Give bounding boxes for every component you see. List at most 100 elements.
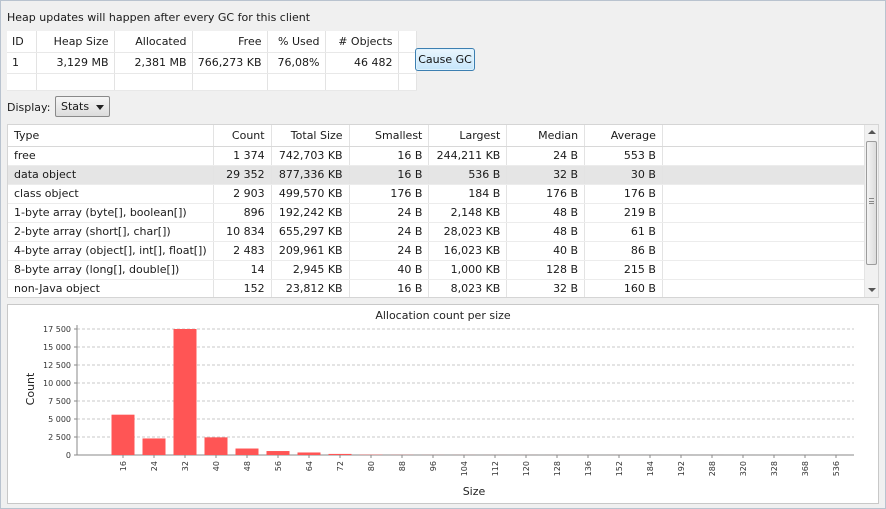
bar [204, 437, 228, 455]
stats-row[interactable]: data object 29 352 877,336 KB 16 B 536 B 32 B… [8, 165, 878, 185]
bar [235, 448, 259, 455]
y-axis-label: Count [24, 372, 37, 405]
stats-cell-smallest: 40 B [349, 260, 430, 280]
stats-cell-total-size: 877,336 KB [271, 165, 350, 185]
heap-col-objects[interactable]: # Objects [325, 31, 399, 53]
stats-vertical-scrollbar[interactable] [864, 125, 878, 297]
y-tick-label: 15 000 [43, 343, 71, 352]
stats-col-average[interactable]: Average [584, 125, 663, 147]
stats-cell-average: 219 B [584, 203, 663, 223]
x-tick-label: 48 [243, 461, 252, 471]
x-tick-label: 16 [119, 461, 128, 471]
stats-cell-smallest: 16 B [349, 146, 430, 166]
stats-cell-median: 40 B [506, 241, 586, 261]
stats-cell-count: 896 [213, 203, 272, 223]
stats-cell-largest: 244,211 KB [428, 146, 508, 166]
stats-cell-largest: 2,148 KB [428, 203, 508, 223]
stats-table: Type Count Total Size Smallest Largest M… [8, 125, 878, 297]
stats-cell-type: 8-byte array (long[], double[]) [8, 260, 214, 280]
stats-col-filler [662, 125, 878, 147]
stats-row[interactable]: 8-byte array (long[], double[]) 14 2,945 K… [8, 260, 878, 280]
x-tick-label: 112 [491, 461, 500, 476]
heap-size: 3,129 MB [36, 52, 115, 74]
x-tick-label: 120 [522, 461, 531, 476]
stats-row[interactable]: 4-byte array (object[], int[], float[]) 2… [8, 241, 878, 261]
x-tick-label: 536 [832, 461, 841, 476]
x-tick-label: 136 [584, 461, 593, 476]
heap-id: 1 [7, 52, 37, 74]
stats-cell-largest: 184 B [428, 184, 508, 204]
heap-free: 766,273 KB [192, 52, 268, 74]
x-tick-label: 320 [739, 461, 748, 476]
heap-col-used[interactable]: % Used [267, 31, 326, 53]
stats-cell-median: 24 B [506, 146, 586, 166]
bar [111, 414, 135, 455]
stats-cell-median: 48 B [506, 203, 586, 223]
stats-cell-filler [662, 260, 878, 280]
stats-col-smallest[interactable]: Smallest [349, 125, 430, 147]
x-tick-label: 96 [429, 461, 438, 471]
stats-cell-average: 30 B [584, 165, 663, 185]
stats-cell-type: 4-byte array (object[], int[], float[]) [8, 241, 214, 261]
scrollbar-thumb[interactable] [866, 141, 877, 265]
heap-col-heap-size[interactable]: Heap Size [36, 31, 115, 53]
x-tick-label: 24 [150, 461, 159, 471]
x-tick-label: 184 [646, 461, 655, 476]
y-tick-label: 17 500 [43, 325, 71, 334]
allocation-chart-panel: Allocation count per size 0 2 500 5 000 7 50… [7, 304, 879, 504]
stats-cell-smallest: 176 B [349, 184, 430, 204]
stats-col-median[interactable]: Median [506, 125, 586, 147]
stats-cell-average: 553 B [584, 146, 663, 166]
heap-data-row[interactable]: 1 3,129 MB 2,381 MB 766,273 KB 76,08% 46… [7, 52, 417, 74]
x-axis-label: Size [463, 485, 486, 498]
stats-cell-average: 86 B [584, 241, 663, 261]
heap-col-allocated[interactable]: Allocated [114, 31, 193, 53]
bar [142, 438, 166, 455]
x-tick-label: 88 [398, 461, 407, 471]
stats-row[interactable]: 1-byte array (byte[], boolean[]) 896 192,2… [8, 203, 878, 223]
heap-objects: 46 482 [325, 52, 399, 74]
y-tick-label: 10 000 [43, 379, 71, 388]
heap-col-free[interactable]: Free [192, 31, 268, 53]
heap-allocated: 2,381 MB [114, 52, 193, 74]
stats-col-count[interactable]: Count [213, 125, 272, 147]
scroll-down-arrow-icon[interactable] [868, 288, 876, 292]
stats-cell-total-size: 742,703 KB [271, 146, 350, 166]
stats-row[interactable]: 2-byte array (short[], char[]) 10 834 655,… [8, 222, 878, 242]
stats-col-type[interactable]: Type [8, 125, 214, 147]
cause-gc-button[interactable]: Cause GC [415, 48, 475, 71]
bar [328, 453, 352, 455]
x-tick-label: 192 [677, 461, 686, 476]
display-select[interactable]: Stats [55, 96, 110, 117]
stats-cell-average: 176 B [584, 184, 663, 204]
stats-cell-count: 14 [213, 260, 272, 280]
stats-row[interactable]: class object 2 903 499,570 KB 176 B 184 B 176… [8, 184, 878, 204]
stats-row[interactable]: non-Java object 152 23,812 KB 16 B 8,023 KB 3… [8, 279, 878, 297]
chevron-down-icon [96, 105, 104, 110]
stats-cell-type: free [8, 146, 214, 166]
stats-cell-median: 128 B [506, 260, 586, 280]
heap-col-id[interactable]: ID [7, 31, 37, 53]
x-tick-label: 64 [305, 461, 314, 471]
stats-row[interactable]: free 1 374 742,703 KB 16 B 244,211 KB 24 B 553… [8, 146, 878, 166]
y-tick-label: 12 500 [43, 361, 71, 370]
bar [297, 452, 321, 455]
stats-cell-total-size: 655,297 KB [271, 222, 350, 242]
heap-filler [398, 52, 417, 74]
stats-cell-smallest: 24 B [349, 222, 430, 242]
stats-cell-median: 32 B [506, 165, 586, 185]
stats-cell-largest: 536 B [428, 165, 508, 185]
stats-col-largest[interactable]: Largest [428, 125, 508, 147]
stats-cell-total-size: 192,242 KB [271, 203, 350, 223]
stats-cell-smallest: 24 B [349, 203, 430, 223]
stats-cell-smallest: 24 B [349, 241, 430, 261]
stats-col-total-size[interactable]: Total Size [271, 125, 350, 147]
stats-cell-median: 176 B [506, 184, 586, 204]
stats-cell-count: 2 483 [213, 241, 272, 261]
scroll-up-arrow-icon[interactable] [868, 130, 876, 134]
stats-cell-smallest: 16 B [349, 165, 430, 185]
x-tick-label: 128 [553, 461, 562, 476]
stats-cell-median: 32 B [506, 279, 586, 297]
stats-header-row: Type Count Total Size Smallest Largest M… [8, 125, 878, 147]
y-tick-label: 7 500 [48, 397, 71, 406]
